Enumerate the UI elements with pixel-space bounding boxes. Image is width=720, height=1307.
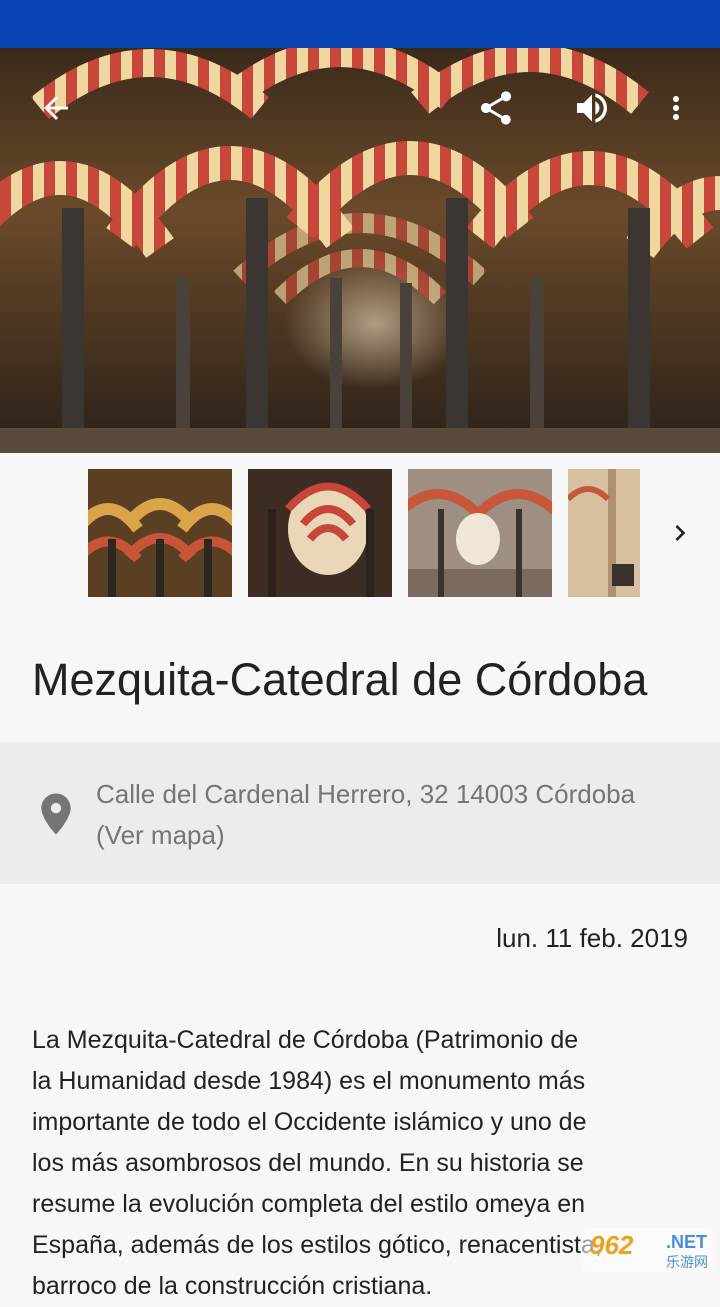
gallery-next-button[interactable] — [656, 509, 704, 557]
hero-image — [0, 48, 720, 453]
volume-button[interactable] — [564, 80, 620, 136]
watermark-suffix: .NET — [666, 1232, 708, 1252]
gallery-thumbnail[interactable] — [568, 469, 640, 597]
status-bar — [0, 0, 720, 48]
watermark-brand: 962 — [590, 1230, 634, 1260]
share-icon — [481, 91, 511, 125]
watermark-logo: 962 .NET 乐游网 — [582, 1228, 714, 1272]
gallery-thumbnail[interactable] — [248, 469, 392, 597]
photo-gallery — [0, 453, 720, 613]
more-vert-icon — [673, 96, 679, 120]
location-pin-icon — [41, 793, 71, 835]
gallery-thumbnail[interactable] — [408, 469, 552, 597]
page-title: Mezquita-Catedral de Córdoba — [32, 654, 648, 705]
share-button[interactable] — [468, 80, 524, 136]
gallery-thumbnail[interactable] — [88, 469, 232, 597]
date-label: lun. 11 feb. 2019 — [496, 923, 688, 953]
watermark-sub: 乐游网 — [666, 1254, 708, 1270]
address-section[interactable]: Calle del Cardenal Herrero, 32 14003 Cór… — [0, 742, 720, 884]
volume-icon — [577, 93, 607, 123]
chevron-right-icon — [675, 525, 686, 541]
view-map-link[interactable]: (Ver mapa) — [96, 815, 696, 855]
back-button[interactable] — [28, 80, 84, 136]
more-options-button[interactable] — [648, 80, 704, 136]
address-text: Calle del Cardenal Herrero, 32 14003 Cór… — [96, 779, 636, 809]
arrow-back-icon — [44, 96, 68, 120]
